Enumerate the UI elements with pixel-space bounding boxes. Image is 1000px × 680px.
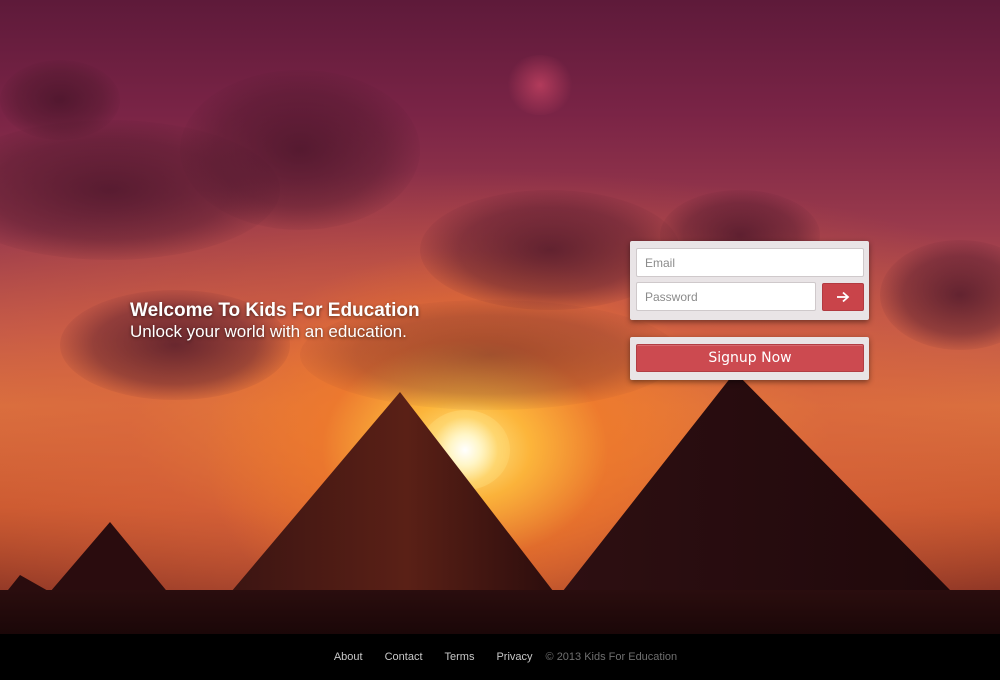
- page-title: Welcome To Kids For Education: [130, 300, 420, 321]
- footer-link-about[interactable]: About: [334, 651, 363, 663]
- footer-link-contact[interactable]: Contact: [385, 651, 423, 663]
- footer-link-privacy[interactable]: Privacy: [496, 651, 532, 663]
- login-panel: [630, 241, 869, 320]
- signup-panel: Signup Now: [630, 337, 869, 380]
- copyright-text: © 2013 Kids For Education: [545, 651, 678, 663]
- desert-ground: [0, 590, 1000, 634]
- hero: Welcome To Kids For Education Unlock you…: [130, 300, 420, 342]
- signup-button[interactable]: Signup Now: [636, 344, 864, 372]
- login-submit-button[interactable]: [822, 283, 864, 311]
- arrow-right-icon: [837, 291, 850, 303]
- page-subtitle: Unlock your world with an education.: [130, 322, 407, 341]
- email-field[interactable]: [636, 248, 864, 277]
- footer-link-terms[interactable]: Terms: [445, 651, 475, 663]
- footer: About Contact Terms Privacy © 2013 Kids …: [0, 634, 1000, 680]
- password-field[interactable]: [636, 282, 816, 311]
